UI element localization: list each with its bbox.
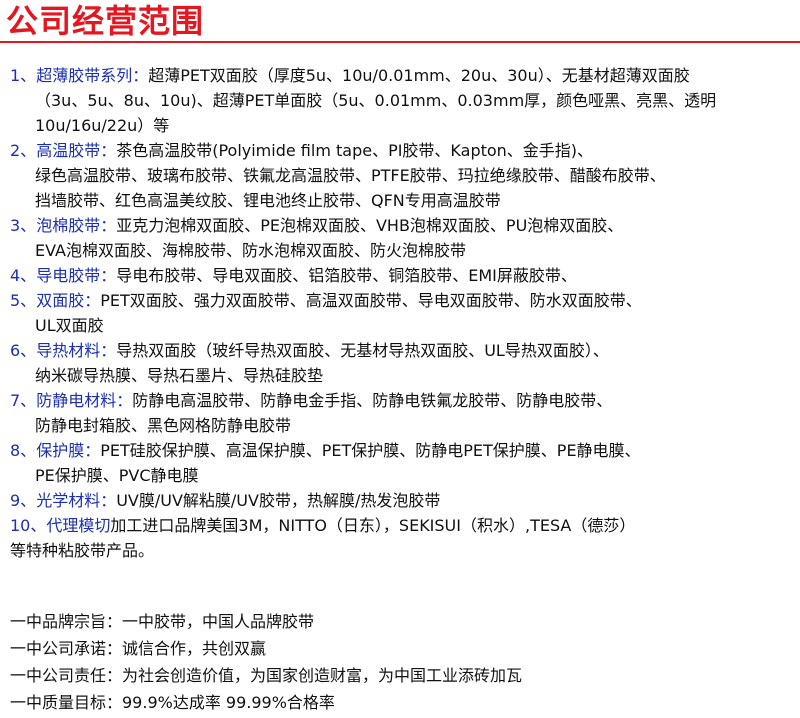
company-motto: 一中品牌宗旨：一中胶带，中国人品牌胶带 一中公司承诺：诚信合作，共创双赢 一中公… xyxy=(10,608,790,716)
list-item: 8、保护膜：PET硅胶保护膜、高温保护膜、PET保护膜、防静电PET保护膜、PE… xyxy=(10,438,796,463)
item-number: 1、 xyxy=(10,66,37,85)
item-number: 6、 xyxy=(10,341,37,360)
business-scope-list: 1、超薄胶带系列：超薄PET双面胶（厚度5u、10u/0.01mm、20u、30… xyxy=(10,63,796,563)
brand-purpose: 一中品牌宗旨：一中胶带，中国人品牌胶带 xyxy=(10,612,315,631)
item-label: 代理模切 xyxy=(46,516,111,535)
item-text: 导电布胶带、导电双面胶、铝箔胶带、铜箔胶带、EMI屏蔽胶带、 xyxy=(116,266,577,285)
item-text: 超薄PET双面胶（厚度5u、10u/0.01mm、20u、30u）、无基材超薄双… xyxy=(148,66,690,85)
list-item: 7、防静电材料：防静电高温胶带、防静电金手指、防静电铁氟龙胶带、防静电胶带、 xyxy=(10,388,796,413)
item-text: 10u/16u/22u）等 xyxy=(35,116,170,135)
item-label: 防静电材料： xyxy=(36,391,133,410)
item-label: 高温胶带： xyxy=(36,141,117,160)
company-responsibility: 一中公司责任：为社会创造价值，为国家创造财富，为中国工业添砖加瓦 xyxy=(10,666,523,685)
item-number: 8、 xyxy=(10,441,37,460)
page-title: 公司经营范围 xyxy=(6,2,205,40)
item-number: 3、 xyxy=(10,216,37,235)
item-text: PET双面胶、强力双面胶带、高温双面胶带、导电双面胶带、防水双面胶带、 xyxy=(100,291,642,310)
item-label: 导热材料： xyxy=(36,341,117,360)
item-label: 保护膜： xyxy=(36,441,101,460)
item-text: 亚克力泡棉双面胶、PE泡棉双面胶、VHB泡棉双面胶、PU泡棉双面胶、 xyxy=(116,216,624,235)
item-text: 绿色高温胶带、玻璃布胶带、铁氟龙高温胶带、PTFE胶带、玛拉绝缘胶带、醋酸布胶带… xyxy=(35,166,666,185)
item-label: 泡棉胶带： xyxy=(36,216,117,235)
item-label: 导电胶带： xyxy=(36,266,117,285)
item-label: 双面胶： xyxy=(36,291,101,310)
item-label: 光学材料： xyxy=(36,491,117,510)
list-item: 4、导电胶带：导电布胶带、导电双面胶、铝箔胶带、铜箔胶带、EMI屏蔽胶带、 xyxy=(10,263,796,288)
list-item: 9、光学材料：UV膜/UV解粘膜/UV胶带，热解膜/热发泡胶带 xyxy=(10,488,796,513)
item-text: 挡墙胶带、红色高温美纹胶、锂电池终止胶带、QFN专用高温胶带 xyxy=(35,191,501,210)
item-text: （3u、5u、8u、10u)、超薄PET单面胶（5u、0.01mm、0.03mm… xyxy=(35,91,717,110)
item-label: 超薄胶带系列： xyxy=(36,66,149,85)
item-text: EVA泡棉双面胶、海棉胶带、防水泡棉双面胶、防火泡棉胶带 xyxy=(35,241,466,260)
item-text: 茶色高温胶带(Polyimide film tape、PI胶带、Kapton、金… xyxy=(116,141,594,160)
item-number: 4、 xyxy=(10,266,37,285)
item-text: 等特种粘胶带产品。 xyxy=(10,541,155,560)
item-number: 10、 xyxy=(10,516,47,535)
list-item: 5、双面胶：PET双面胶、强力双面胶带、高温双面胶带、导电双面胶带、防水双面胶带… xyxy=(10,288,796,313)
list-item: 1、超薄胶带系列：超薄PET双面胶（厚度5u、10u/0.01mm、20u、30… xyxy=(10,63,796,88)
item-number: 5、 xyxy=(10,291,37,310)
item-text: 导热双面胶（玻纤导热双面胶、无基材导热双面胶、UL导热双面胶）、 xyxy=(116,341,609,360)
list-item: 3、泡棉胶带：亚克力泡棉双面胶、PE泡棉双面胶、VHB泡棉双面胶、PU泡棉双面胶… xyxy=(10,213,796,238)
item-text: UV膜/UV解粘膜/UV胶带，热解膜/热发泡胶带 xyxy=(116,491,441,510)
company-promise: 一中公司承诺：诚信合作，共创双赢 xyxy=(10,639,267,658)
item-number: 9、 xyxy=(10,491,37,510)
item-text: PE保护膜、PVC静电膜 xyxy=(35,466,199,485)
item-text: 加工进口品牌美国3M，NITTO（日东），SEKISUI（积水）,TESA（德莎… xyxy=(110,516,636,535)
item-text: 防静电高温胶带、防静电金手指、防静电铁氟龙胶带、防静电胶带、 xyxy=(132,391,613,410)
header: 公司经营范围 xyxy=(0,0,800,44)
list-item: 10、代理模切加工进口品牌美国3M，NITTO（日东），SEKISUI（积水）,… xyxy=(10,513,796,538)
title-underline xyxy=(0,41,800,43)
list-item: 6、导热材料：导热双面胶（玻纤导热双面胶、无基材导热双面胶、UL导热双面胶）、 xyxy=(10,338,796,363)
item-number: 2、 xyxy=(10,141,37,160)
item-text: 纳米碳导热膜、导热石墨片、导热硅胶垫 xyxy=(35,366,324,385)
item-text: PET硅胶保护膜、高温保护膜、PET保护膜、防静电PET保护膜、PE静电膜、 xyxy=(100,441,641,460)
item-number: 7、 xyxy=(10,391,37,410)
quality-target: 一中质量目标：99.9%达成率 99.99%合格率 xyxy=(10,693,335,712)
item-text: UL双面胶 xyxy=(35,316,104,335)
list-item: 2、高温胶带：茶色高温胶带(Polyimide film tape、PI胶带、K… xyxy=(10,138,796,163)
item-text: 防静电封箱胶、黑色网格防静电胶带 xyxy=(35,416,292,435)
